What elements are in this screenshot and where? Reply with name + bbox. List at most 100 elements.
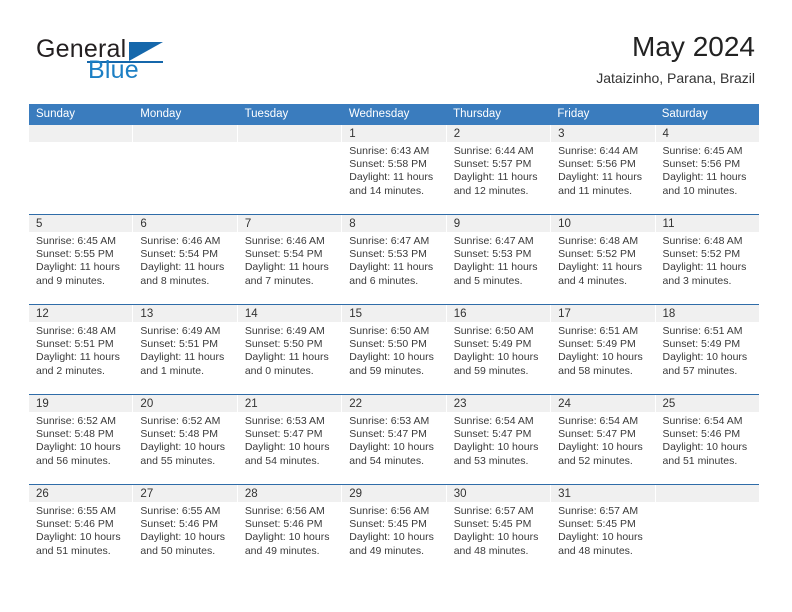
calendar-day-cell[interactable]: 21 Sunrise: 6:53 AM Sunset: 5:47 PM Dayligh… (236, 395, 342, 484)
weekday-header-thursday: Thursday (453, 108, 502, 120)
daylight-text-line2: and 7 minutes. (244, 274, 314, 287)
day-number: 21 (237, 395, 342, 412)
calendar-week-row: 1 Sunrise: 6:43 AM Sunset: 5:58 PM Daylight… (29, 125, 759, 214)
daylight-text-line2: and 5 minutes. (453, 274, 523, 287)
calendar-day-cell[interactable]: 19 Sunrise: 6:52 AM Sunset: 5:48 PM Dayligh… (29, 395, 133, 484)
sunset-text: Sunset: 5:46 PM (244, 518, 323, 531)
calendar-day-cell[interactable]: 25 Sunrise: 6:54 AM Sunset: 5:46 PM Dayligh… (654, 395, 759, 484)
calendar-day-cell[interactable]: 6 Sunrise: 6:46 AM Sunset: 5:54 PM Daylight… (132, 215, 237, 304)
logo-text-blue: Blue (88, 56, 139, 84)
sunrise-text: Sunrise: 6:49 AM (140, 325, 221, 337)
daylight-text-line2: and 51 minutes. (36, 544, 111, 557)
day-sun-info: Sunrise: 6:43 AM Sunset: 5:58 PM Daylight:… (342, 142, 445, 198)
day-sun-info: Sunrise: 6:48 AM Sunset: 5:52 PM Daylight:… (656, 232, 759, 288)
day-sun-info: Sunrise: 6:54 AM Sunset: 5:47 PM Daylight:… (447, 412, 550, 468)
day-sun-info: Sunrise: 6:46 AM Sunset: 5:54 PM Daylight:… (133, 232, 236, 288)
daylight-text-line2: and 0 minutes. (244, 364, 314, 377)
sunrise-text: Sunrise: 6:43 AM (349, 145, 430, 157)
sunrise-text: Sunrise: 6:49 AM (244, 325, 325, 337)
day-number: 7 (237, 215, 342, 232)
daylight-text-line1: Daylight: 11 hours (662, 261, 747, 274)
calendar-day-cell[interactable]: 5 Sunrise: 6:45 AM Sunset: 5:55 PM Daylight… (29, 215, 133, 304)
daylight-text-line1: Daylight: 10 hours (349, 351, 434, 364)
sunset-text: Sunset: 5:52 PM (662, 248, 741, 261)
calendar-day-cell[interactable]: 11 Sunrise: 6:48 AM Sunset: 5:52 PM Dayligh… (654, 215, 759, 304)
calendar-day-cell[interactable]: 12 Sunrise: 6:48 AM Sunset: 5:51 PM Dayligh… (29, 305, 133, 394)
sunset-text: Sunset: 5:52 PM (558, 248, 636, 261)
daylight-text-line2: and 8 minutes. (140, 274, 210, 287)
day-number: 4 (655, 125, 759, 142)
calendar-day-cell[interactable]: 30 Sunrise: 6:57 AM Sunset: 5:45 PM Dayligh… (445, 485, 551, 574)
calendar-day-cell[interactable]: 31 Sunrise: 6:57 AM Sunset: 5:45 PM Dayligh… (550, 485, 655, 574)
day-sun-info: Sunrise: 6:54 AM Sunset: 5:47 PM Daylight:… (551, 412, 654, 468)
daylight-text-line1: Daylight: 10 hours (349, 531, 434, 544)
calendar-day-cell[interactable]: 9 Sunrise: 6:47 AM Sunset: 5:53 PM Daylight… (445, 215, 551, 304)
sunrise-text: Sunrise: 6:56 AM (349, 505, 430, 517)
day-sun-info: Sunrise: 6:50 AM Sunset: 5:50 PM Daylight:… (342, 322, 445, 378)
daylight-text-line1: Daylight: 10 hours (140, 531, 226, 544)
calendar-day-cell[interactable]: 14 Sunrise: 6:49 AM Sunset: 5:50 PM Dayligh… (236, 305, 342, 394)
day-number: 31 (551, 485, 655, 502)
sunrise-text: Sunrise: 6:51 AM (662, 325, 743, 337)
day-sun-info: Sunrise: 6:57 AM Sunset: 5:45 PM Daylight:… (447, 502, 550, 558)
calendar-day-cell[interactable]: 28 Sunrise: 6:56 AM Sunset: 5:46 PM Dayligh… (236, 485, 342, 574)
day-sun-info: Sunrise: 6:56 AM Sunset: 5:46 PM Daylight:… (238, 502, 341, 558)
daylight-text-line1: Daylight: 11 hours (453, 171, 538, 184)
weekday-header-saturday: Saturday (661, 108, 708, 120)
sunrise-text: Sunrise: 6:46 AM (244, 235, 325, 247)
calendar-day-cell[interactable]: 24 Sunrise: 6:54 AM Sunset: 5:47 PM Dayligh… (550, 395, 655, 484)
calendar-day-cell[interactable]: 26 Sunrise: 6:55 AM Sunset: 5:46 PM Dayligh… (29, 485, 133, 574)
daylight-text-line2: and 55 minutes. (140, 454, 216, 467)
sunset-text: Sunset: 5:46 PM (662, 428, 741, 441)
calendar-day-cell[interactable]: 8 Sunrise: 6:47 AM Sunset: 5:53 PM Daylight… (341, 215, 446, 304)
calendar-day-cell[interactable]: 13 Sunrise: 6:49 AM Sunset: 5:51 PM Dayligh… (132, 305, 237, 394)
day-number: 27 (133, 485, 237, 502)
calendar-day-cell[interactable]: 18 Sunrise: 6:51 AM Sunset: 5:49 PM Dayligh… (654, 305, 759, 394)
calendar-day-cell[interactable]: 22 Sunrise: 6:53 AM Sunset: 5:47 PM Dayligh… (341, 395, 446, 484)
day-sun-info: Sunrise: 6:49 AM Sunset: 5:50 PM Daylight:… (238, 322, 341, 378)
calendar-day-cell[interactable]: 7 Sunrise: 6:46 AM Sunset: 5:54 PM Daylight… (236, 215, 342, 304)
calendar-day-cell[interactable]: 1 Sunrise: 6:43 AM Sunset: 5:58 PM Daylight… (341, 125, 446, 214)
day-number: 12 (29, 305, 133, 322)
calendar-day-cell[interactable]: 17 Sunrise: 6:51 AM Sunset: 5:49 PM Dayligh… (550, 305, 655, 394)
sunrise-text: Sunrise: 6:51 AM (558, 325, 639, 337)
calendar-day-cell[interactable]: 27 Sunrise: 6:55 AM Sunset: 5:46 PM Dayligh… (132, 485, 237, 574)
day-number: 24 (551, 395, 655, 412)
day-sun-info: Sunrise: 6:48 AM Sunset: 5:51 PM Daylight:… (29, 322, 132, 378)
daylight-text-line1: Daylight: 11 hours (558, 171, 642, 184)
daylight-text-line1: Daylight: 11 hours (662, 171, 747, 184)
day-number: 10 (551, 215, 655, 232)
calendar-day-cell[interactable]: 10 Sunrise: 6:48 AM Sunset: 5:52 PM Dayligh… (550, 215, 655, 304)
calendar-week-row: 26 Sunrise: 6:55 AM Sunset: 5:46 PM Dayligh… (29, 484, 759, 574)
day-sun-info: Sunrise: 6:54 AM Sunset: 5:46 PM Daylight:… (656, 412, 759, 468)
daylight-text-line1: Daylight: 11 hours (140, 351, 225, 364)
sunrise-text: Sunrise: 6:53 AM (349, 415, 430, 427)
calendar-day-cell[interactable]: 29 Sunrise: 6:56 AM Sunset: 5:45 PM Dayligh… (341, 485, 446, 574)
day-number: 28 (237, 485, 342, 502)
calendar-day-cell[interactable]: 16 Sunrise: 6:50 AM Sunset: 5:49 PM Dayligh… (445, 305, 551, 394)
day-sun-info: Sunrise: 6:47 AM Sunset: 5:53 PM Daylight:… (447, 232, 550, 288)
sunset-text: Sunset: 5:54 PM (244, 248, 323, 261)
calendar-week-row: 12 Sunrise: 6:48 AM Sunset: 5:51 PM Dayligh… (29, 304, 759, 394)
calendar-day-cell[interactable]: 20 Sunrise: 6:52 AM Sunset: 5:48 PM Dayligh… (132, 395, 237, 484)
daylight-text-line1: Daylight: 11 hours (558, 261, 642, 274)
day-number: 9 (446, 215, 551, 232)
sunset-text: Sunset: 5:47 PM (558, 428, 636, 441)
calendar-day-cell[interactable]: 15 Sunrise: 6:50 AM Sunset: 5:50 PM Dayligh… (341, 305, 446, 394)
day-sun-info: Sunrise: 6:51 AM Sunset: 5:49 PM Daylight:… (551, 322, 654, 378)
day-sun-info: Sunrise: 6:47 AM Sunset: 5:53 PM Daylight:… (342, 232, 445, 288)
sunrise-text: Sunrise: 6:54 AM (662, 415, 743, 427)
general-blue-logo[interactable]: General Blue (36, 36, 246, 90)
day-number: 2 (446, 125, 551, 142)
day-number: 18 (655, 305, 759, 322)
daylight-text-line1: Daylight: 10 hours (349, 441, 434, 454)
daylight-text-line1: Daylight: 10 hours (558, 441, 643, 454)
daylight-text-line2: and 57 minutes. (662, 364, 738, 377)
calendar-day-cell[interactable]: 3 Sunrise: 6:44 AM Sunset: 5:56 PM Daylight… (550, 125, 655, 214)
calendar-day-cell[interactable]: 2 Sunrise: 6:44 AM Sunset: 5:57 PM Daylight… (445, 125, 551, 214)
calendar-day-cell[interactable]: 4 Sunrise: 6:45 AM Sunset: 5:56 PM Daylight… (654, 125, 759, 214)
sunrise-text: Sunrise: 6:55 AM (140, 505, 221, 517)
calendar-day-cell[interactable]: 23 Sunrise: 6:54 AM Sunset: 5:47 PM Dayligh… (445, 395, 551, 484)
sunrise-text: Sunrise: 6:53 AM (244, 415, 325, 427)
sunset-text: Sunset: 5:55 PM (36, 248, 114, 261)
